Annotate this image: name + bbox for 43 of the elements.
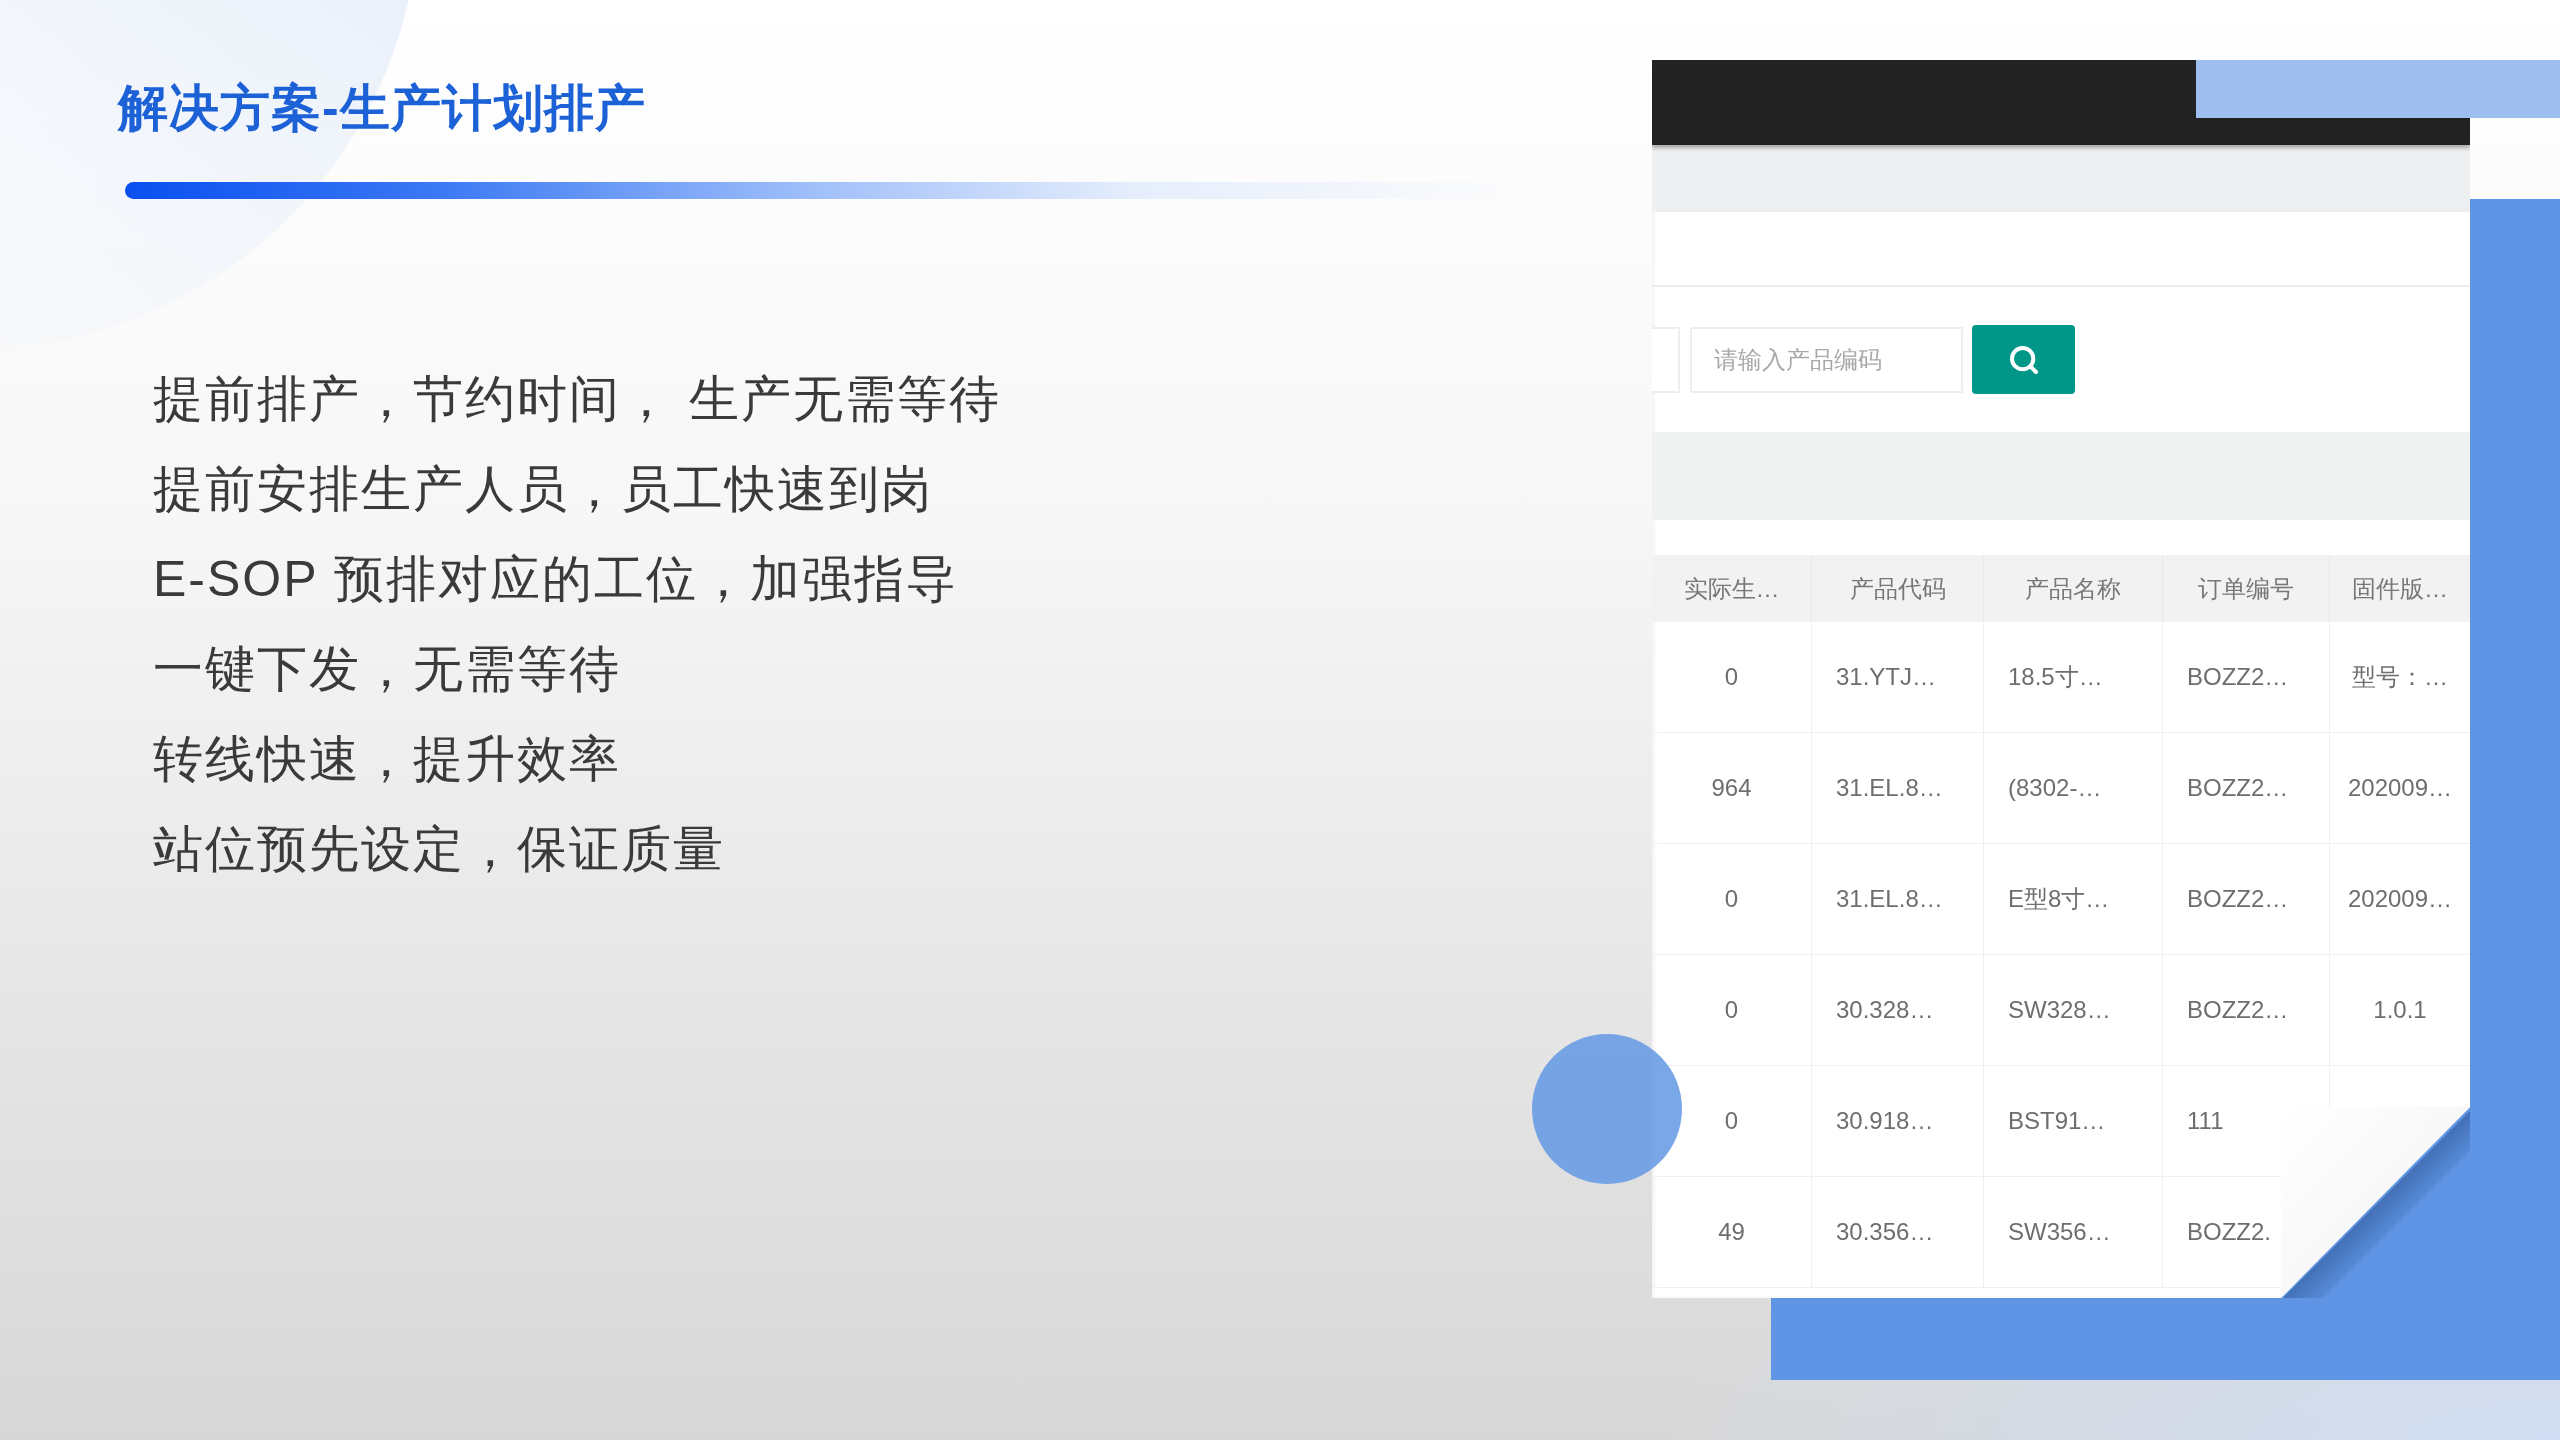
table-value: E型8寸… <box>2008 884 2110 914</box>
table-value: 31.EL.8… <box>1836 885 1943 913</box>
column-header: 实际生… <box>1683 573 1780 604</box>
table-value: 0 <box>1724 885 1739 913</box>
slide-title: 解决方案-生产计划排产 <box>118 79 646 138</box>
table-value: SW356… <box>2008 1218 2111 1246</box>
table-value: BOZZ2. <box>2187 1218 2271 1246</box>
table-value: BST91… <box>2008 1107 2106 1135</box>
table-value: BOZZ2… <box>2187 996 2289 1024</box>
point-text: 提前排产，节约时间， 生产无需等待 <box>153 370 1001 429</box>
table-value: 1.0.1 <box>2373 996 2427 1024</box>
point-text: 一键下发，无需等待 <box>153 640 621 699</box>
table-value: 30.918… <box>1836 1107 1934 1135</box>
table-value: 111 <box>2187 1107 2224 1135</box>
table-value: 0 <box>1724 663 1739 691</box>
table-value: 202009… <box>2347 885 2453 913</box>
column-header: 产品代码 <box>1849 573 1946 604</box>
table-value: BOZZ2… <box>2187 885 2289 913</box>
table-value: 0 <box>1724 996 1739 1024</box>
table-value: 31.EL.8… <box>1836 774 1943 802</box>
search-icon <box>2007 343 2040 376</box>
point-text: 站位预先设定，保证质量 <box>153 820 725 879</box>
table-value: 30.356… <box>1836 1218 1934 1246</box>
column-header: 产品名称 <box>2025 573 2121 604</box>
table-value: BOZZ2… <box>2187 774 2289 802</box>
table-value: SW328… <box>2008 996 2111 1024</box>
table-value: (8302-… <box>2008 774 2102 802</box>
column-header: 固件版… <box>2352 573 2448 604</box>
table-value: 202009… <box>2347 774 2453 802</box>
point-text: 提前安排生产人员，员工快速到岗 <box>153 460 933 519</box>
table-value: 31.YTJ… <box>1836 663 1937 691</box>
search-button[interactable] <box>1972 325 2075 394</box>
search-field[interactable]: 请输入产品编码 <box>1690 326 1963 393</box>
column-header: 订单编号 <box>2198 573 2294 604</box>
table-value: 18.5寸… <box>2008 662 2103 692</box>
table-value: 型号：… <box>2352 662 2448 692</box>
table-value: 0 <box>1724 1107 1739 1135</box>
table-value: 964 <box>1711 774 1752 802</box>
table-value: BOZZ2… <box>2187 663 2289 691</box>
table-value: 30.328… <box>1836 996 1934 1024</box>
point-text: 转线快速，提升效率 <box>153 730 621 789</box>
table-value: 49 <box>1718 1218 1745 1246</box>
point-text: E-SOP 预排对应的工位，加强指导 <box>153 550 958 609</box>
